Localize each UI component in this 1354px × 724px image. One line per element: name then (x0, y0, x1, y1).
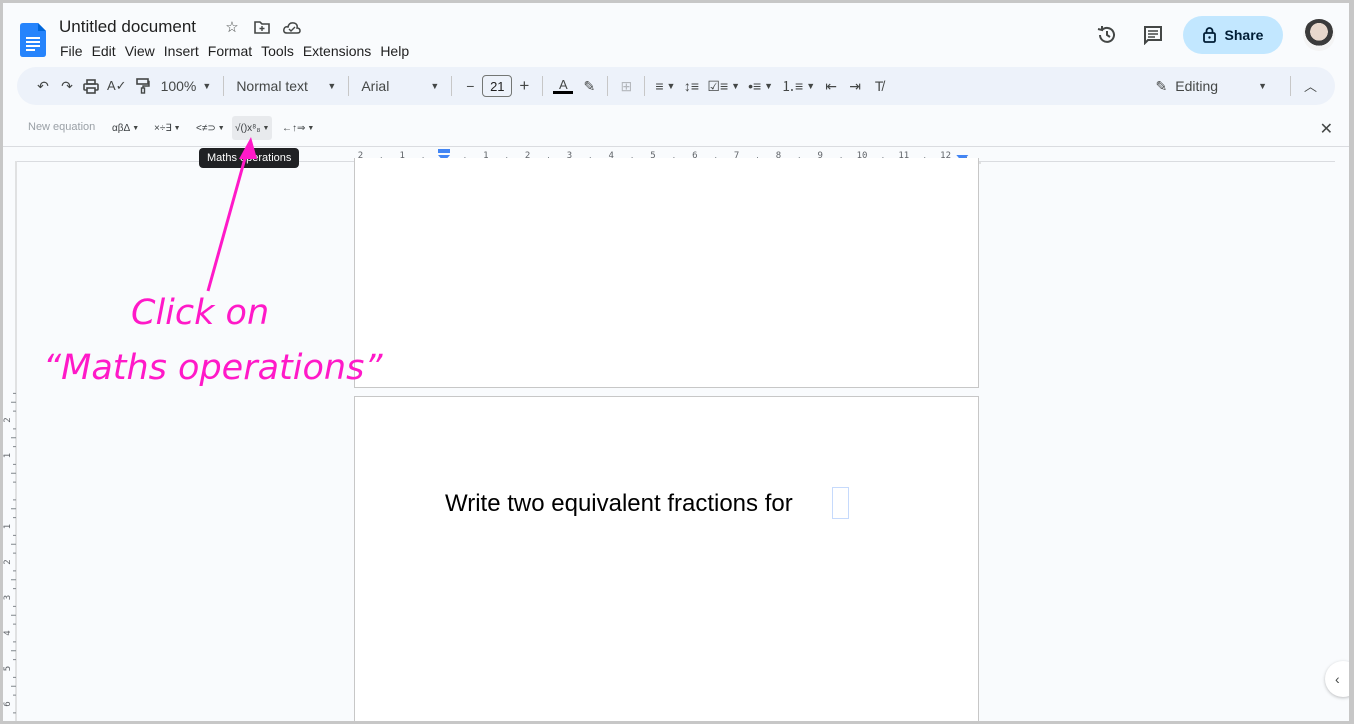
divider (451, 76, 453, 96)
move-to-folder-icon[interactable] (252, 17, 272, 37)
editing-mode-select[interactable]: ✎ Editing ▼ (1156, 67, 1267, 105)
new-equation-button[interactable]: New equation (28, 121, 95, 133)
caret-down-icon: ▼ (202, 81, 212, 91)
maths-operations-menu[interactable]: √()x⁸₈ ▼ (232, 116, 273, 140)
ruler-label: 6 (3, 701, 13, 706)
text-color-button[interactable]: A (549, 72, 577, 100)
caret-down-icon: ▼ (327, 81, 337, 91)
zoom-value: 100% (160, 78, 197, 94)
greek-letters-menu[interactable]: αβΔ ▼ (109, 116, 142, 140)
comments-icon[interactable] (1135, 17, 1171, 53)
divider (1290, 76, 1291, 96)
annotation-line-2: “Maths operations” (43, 348, 383, 388)
annotation-arrow-line (206, 150, 249, 292)
lock-icon (1202, 27, 1216, 43)
avatar[interactable] (1303, 19, 1335, 51)
pencil-icon: ✎ (1155, 77, 1168, 94)
font-value: Arial (361, 78, 390, 94)
menu-insert[interactable]: Insert (164, 41, 205, 61)
font-size-input[interactable]: 21 (482, 75, 513, 97)
increase-font-size-button[interactable]: + (512, 72, 536, 100)
arrows-menu[interactable]: ←↑⇒ ▼ (279, 116, 317, 140)
insert-comment-icon[interactable]: ⊞ (614, 72, 638, 100)
arrows-label: ←↑⇒ (282, 122, 306, 134)
relations-label: <≠⊃ (196, 122, 216, 134)
docs-logo-icon[interactable] (20, 23, 46, 57)
misc-operations-menu[interactable]: ×÷∃ ▼ (151, 116, 184, 140)
menu-format[interactable]: Format (208, 41, 258, 61)
print-icon[interactable] (79, 72, 103, 100)
collapse-menus-icon[interactable]: ︿ (1304, 76, 1317, 95)
vertical-ruler[interactable]: 2 1 1 2 3 4 5 6 (3, 161, 17, 721)
version-history-icon[interactable] (1089, 17, 1125, 53)
zoom-select[interactable]: 100% ▼ (155, 72, 218, 100)
close-icon[interactable]: ✕ (1320, 119, 1333, 139)
redo-icon[interactable]: ↷ (55, 72, 79, 100)
menu-bar: File Edit View Insert Format Tools Exten… (60, 41, 418, 61)
document-title[interactable]: Untitled document (59, 17, 196, 37)
paint-format-icon[interactable] (131, 72, 155, 100)
style-value: Normal text (236, 78, 308, 94)
tooltip: Maths operations (199, 148, 300, 168)
style-select[interactable]: Normal text ▼ (230, 72, 342, 100)
cloud-saved-icon[interactable] (282, 17, 302, 37)
spellcheck-icon[interactable]: A✓ (103, 72, 131, 100)
ruler-label: 5 (3, 666, 13, 671)
equation-input-box[interactable] (832, 487, 849, 519)
ruler-label: 3 (3, 595, 13, 600)
bulleted-list-icon[interactable]: •≡ ▼ (744, 72, 777, 100)
divider (348, 76, 350, 96)
undo-icon[interactable]: ↶ (31, 72, 55, 100)
ruler-label: 4 (3, 630, 13, 635)
toolbar: ↶ ↷ A✓ 100% ▼ Normal text ▼ Arial ▼ − 21… (17, 67, 1335, 105)
ruler-label: 2 (3, 559, 13, 564)
checklist-icon[interactable]: ☑≡ ▼ (703, 72, 744, 100)
document-page[interactable] (354, 158, 979, 388)
font-select[interactable]: Arial ▼ (355, 72, 445, 100)
first-line-indent-marker (438, 149, 450, 153)
relations-menu[interactable]: <≠⊃ ▼ (193, 116, 228, 140)
ruler-label: 2 (3, 417, 13, 422)
text-color-swatch (553, 91, 574, 94)
line-spacing-icon[interactable]: ↕≡ (679, 72, 703, 100)
menu-help[interactable]: Help (380, 41, 415, 61)
menu-file[interactable]: File (60, 41, 89, 61)
annotation-line-1: Click on (131, 293, 270, 333)
document-text[interactable]: Write two equivalent fractions for (445, 490, 793, 518)
share-button[interactable]: Share (1183, 16, 1283, 54)
menu-edit[interactable]: Edit (92, 41, 122, 61)
divider (542, 76, 544, 96)
divider (223, 76, 225, 96)
menu-tools[interactable]: Tools (261, 41, 300, 61)
highlight-color-icon[interactable]: ✎ (577, 72, 601, 100)
menu-extensions[interactable]: Extensions (303, 41, 377, 61)
decrease-font-size-button[interactable]: − (458, 72, 482, 100)
chevron-left-icon: ‹ (1335, 671, 1340, 687)
misc-operations-label: ×÷∃ (154, 122, 172, 134)
equation-toolbar: New equation αβΔ ▼ ×÷∃ ▼ <≠⊃ ▼ √()x⁸₈ ▼ ←↑⇒ ▼… (3, 109, 1349, 147)
document-page[interactable]: Write two equivalent fractions for (354, 396, 979, 721)
maths-operations-label: √()x⁸₈ (235, 122, 261, 134)
increase-indent-icon[interactable]: ⇥ (843, 72, 867, 100)
clear-formatting-icon[interactable]: T̸ (867, 72, 891, 100)
ruler-label: 1 (3, 453, 13, 458)
star-icon[interactable]: ☆ (222, 17, 242, 37)
divider (607, 76, 609, 96)
text-color-icon: A (558, 77, 568, 92)
caret-down-icon: ▼ (1258, 81, 1267, 91)
show-side-panel-button[interactable]: ‹ (1325, 661, 1349, 697)
app-window: Untitled document ☆ File Edit View Inser… (3, 3, 1349, 721)
share-label: Share (1224, 27, 1264, 43)
numbered-list-icon[interactable]: ⒈≡ ▼ (777, 72, 819, 100)
align-icon[interactable]: ≡ ▼ (651, 72, 679, 100)
divider (644, 76, 646, 96)
ruler-label: 1 (3, 524, 13, 529)
menu-view[interactable]: View (125, 41, 161, 61)
greek-letters-label: αβΔ (112, 122, 131, 134)
caret-down-icon: ▼ (430, 81, 440, 91)
decrease-indent-icon[interactable]: ⇤ (819, 72, 843, 100)
editing-mode-label: Editing (1175, 78, 1219, 94)
